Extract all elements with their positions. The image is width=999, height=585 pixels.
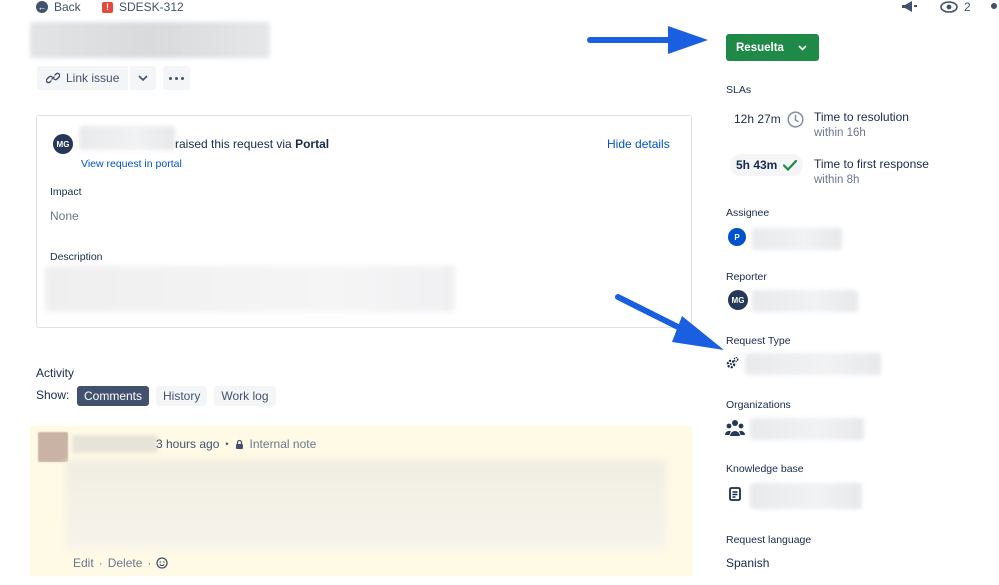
request-language-label: Request language xyxy=(726,534,812,546)
reporter-sidebar-name-redacted[interactable] xyxy=(752,290,858,312)
reporter-label: Reporter xyxy=(726,271,767,283)
assignee-label: Assignee xyxy=(726,207,770,219)
view-request-in-portal-link[interactable]: View request in portal xyxy=(81,158,182,170)
lock-icon xyxy=(235,439,243,449)
assignee-avatar[interactable]: P xyxy=(728,228,746,246)
clock-icon xyxy=(787,110,804,128)
action-dot-2: · xyxy=(147,556,152,570)
description-label: Description xyxy=(50,251,103,263)
comment-time: 3 hours ago xyxy=(156,437,220,451)
watchers-button[interactable]: 2 xyxy=(940,0,971,14)
reporter-name-redacted xyxy=(79,126,175,150)
commenter-avatar xyxy=(38,432,68,462)
annotation-arrow-status xyxy=(587,26,708,54)
annotation-arrow-request-type xyxy=(615,294,724,350)
sla-time-to-first-response: 5h 43m Time to first response within 8h xyxy=(726,152,976,188)
gears-icon xyxy=(726,357,739,369)
eye-icon xyxy=(940,1,958,13)
impact-label: Impact xyxy=(50,186,82,198)
checkmark-icon xyxy=(783,159,798,171)
sla-time: 5h 43m xyxy=(736,158,778,172)
issue-key: SDESK-312 xyxy=(119,0,184,14)
status-transition-button[interactable]: Resuelta xyxy=(726,34,819,61)
internal-note-comment: 3 hours ago • Internal note Edit · Delet… xyxy=(30,426,692,576)
description-redacted xyxy=(45,266,455,312)
raised-text: raised this request via xyxy=(175,137,292,151)
request-details-card: MG raised this request via Portal Hide d… xyxy=(36,115,692,328)
tab-history[interactable]: History xyxy=(156,386,208,406)
link-issue-button[interactable]: Link issue xyxy=(37,66,128,90)
document-icon xyxy=(729,487,741,501)
link-issue-dropdown-button[interactable] xyxy=(130,66,156,90)
request-language-value[interactable]: Spanish xyxy=(726,556,769,570)
comment-actions: Edit · Delete · xyxy=(73,556,169,570)
issue-summary-redacted xyxy=(30,22,270,58)
reporter-avatar: MG xyxy=(53,134,73,154)
delete-comment-link[interactable]: Delete xyxy=(108,556,143,570)
comment-separator: • xyxy=(225,439,229,449)
action-dot: · xyxy=(98,556,103,570)
ellipsis-icon xyxy=(169,76,184,80)
emoji-reaction-icon[interactable] xyxy=(156,557,169,569)
internal-note-label: Internal note xyxy=(249,437,317,451)
hide-details-link[interactable]: Hide details xyxy=(607,137,670,151)
activity-tabs: Comments History Work log xyxy=(77,386,276,406)
activity-show-label: Show: xyxy=(36,388,70,402)
link-icon xyxy=(46,72,60,84)
status-label: Resuelta xyxy=(736,41,784,54)
edit-comment-link[interactable]: Edit xyxy=(73,556,94,570)
sla-name: Time to first response xyxy=(814,157,929,171)
sla-time: 12h 27m xyxy=(734,112,781,126)
back-label: Back xyxy=(54,0,81,14)
comment-meta: 3 hours ago • Internal note xyxy=(156,437,316,451)
sla-timer-met: 5h 43m xyxy=(730,154,804,176)
sla-name: Time to resolution xyxy=(814,110,909,124)
issue-key-link[interactable]: ! SDESK-312 xyxy=(102,0,184,14)
feedback-megaphone-icon[interactable] xyxy=(900,0,918,14)
sla-target: within 8h xyxy=(814,174,860,186)
more-actions-button[interactable] xyxy=(163,66,190,90)
knowledge-base-value-redacted[interactable] xyxy=(750,483,862,509)
link-issue-label: Link issue xyxy=(66,71,120,85)
organization-value-redacted[interactable] xyxy=(750,418,864,440)
impact-value: None xyxy=(50,209,79,223)
organizations-label: Organizations xyxy=(726,399,791,411)
request-type-value-redacted[interactable] xyxy=(745,353,881,375)
people-group-icon xyxy=(725,420,745,436)
comment-body-redacted xyxy=(66,460,666,550)
reporter-sidebar-avatar[interactable]: MG xyxy=(728,290,748,310)
slas-label: SLAs xyxy=(726,84,752,96)
sla-time-to-resolution: 12h 27m Time to resolution within 16h xyxy=(726,106,976,142)
back-link[interactable]: ← Back xyxy=(36,0,81,14)
chevron-down-icon xyxy=(798,44,807,51)
issue-type-icon: ! xyxy=(102,1,113,13)
activity-title: Activity xyxy=(36,366,75,380)
tab-comments[interactable]: Comments xyxy=(77,386,150,406)
more-options-icon[interactable] xyxy=(991,3,997,9)
sla-timer: 12h 27m xyxy=(726,108,812,130)
watchers-count: 2 xyxy=(964,0,971,14)
sla-target: within 16h xyxy=(814,127,866,139)
back-arrow-icon: ← xyxy=(36,1,48,13)
assignee-name-redacted[interactable] xyxy=(752,228,842,250)
chevron-down-icon xyxy=(138,75,148,81)
commenter-name-redacted xyxy=(72,435,158,453)
tab-work-log[interactable]: Work log xyxy=(214,386,276,406)
raised-via-text: raised this request via Portal xyxy=(175,137,329,151)
channel-name: Portal xyxy=(295,137,330,151)
request-type-label: Request Type xyxy=(726,335,791,347)
knowledge-base-label: Knowledge base xyxy=(726,463,804,475)
